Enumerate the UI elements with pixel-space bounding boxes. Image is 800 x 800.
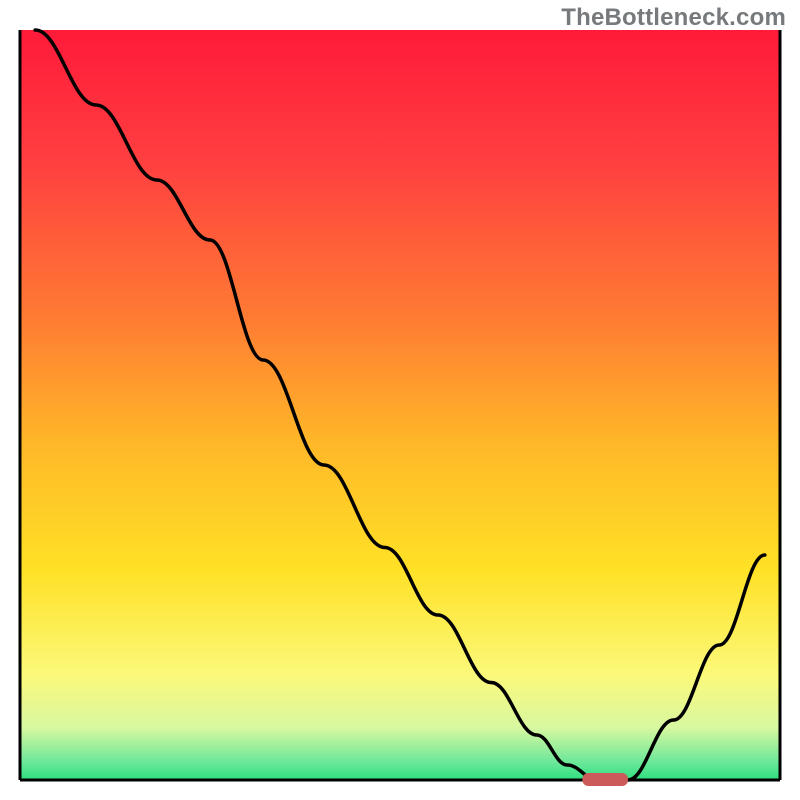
watermark-text: TheBottleneck.com — [561, 4, 786, 32]
optimal-marker — [582, 773, 628, 786]
chart-background — [20, 30, 780, 780]
bottleneck-chart — [0, 0, 800, 800]
